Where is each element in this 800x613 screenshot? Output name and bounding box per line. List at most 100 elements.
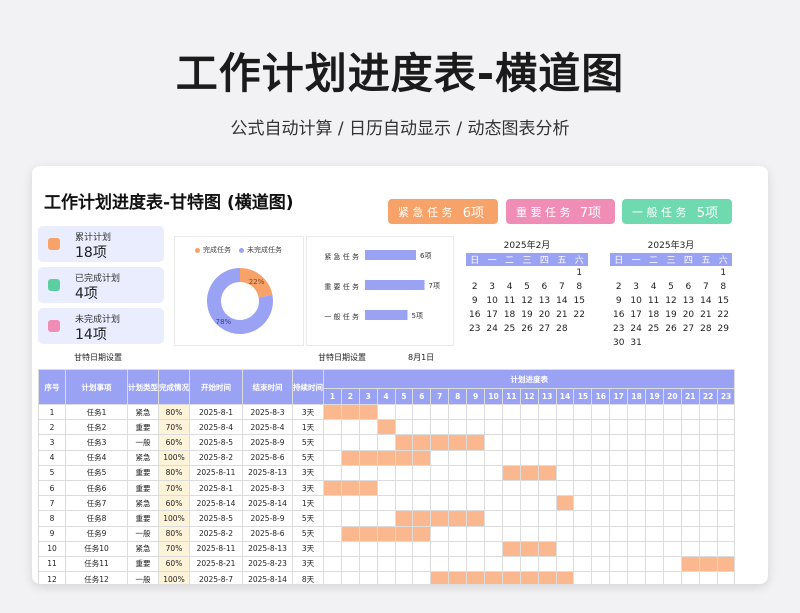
weekday: 一 [487,256,497,266]
gantt-cell [609,464,629,481]
cell-no: 2 [38,419,66,436]
gantt-cell [358,540,378,557]
day-header: 1 [323,388,342,405]
gantt-cell [430,449,450,466]
gantt-bar-cell [484,571,503,584]
priority-pill-0: 紧 急 任 务 6项 [388,199,498,224]
gantt-cell [519,555,539,573]
gantt-cell [645,403,664,421]
gantt-cell [537,479,557,497]
calendar-day [610,266,627,280]
gantt-cell [323,510,342,527]
cell-start: 2025-8-5 [189,510,243,527]
calendar-days: 1 2 3 4 5 6 7 8 9 10 11 12 13 14 15 16 17 18 19 20 21 22 23 24 2… [610,266,732,350]
gantt-cell [680,525,700,542]
gantt-cell [484,419,503,436]
calendar-day: 28 [700,324,712,334]
cell-end: 2025-8-3 [242,403,293,421]
gantt-bar-cell [340,479,360,497]
calendar-day: 3 [489,282,495,292]
day-header: 11 [501,388,521,405]
calendar-day: 20 [538,310,551,320]
completion-donut-chart: 22% 78% [207,268,273,334]
gantt-bar-cell [519,540,539,557]
cell-pct: 100% [158,449,190,466]
gantt-cell [323,434,342,451]
day-header: 20 [662,388,682,405]
cell-start: 2025-8-14 [189,495,243,512]
gantt-cell [358,434,378,451]
cell-end: 2025-8-13 [242,540,293,557]
gantt-cell [716,464,736,481]
calendar-day: 17 [630,310,642,320]
cell-end: 2025-8-6 [242,525,293,542]
calendar-day: 3 [633,282,639,292]
calendar-day: 15 [573,296,585,306]
calendar-day: 2 [471,282,478,292]
gantt-cell [645,495,664,512]
cell-pct: 80% [158,525,190,542]
gantt-bar-cell [466,571,486,584]
cell-pct: 60% [158,434,190,451]
gantt-bar-cell [358,525,378,542]
calendar-day [501,266,518,280]
gantt-cell [645,525,664,542]
calendar-day: 14 [556,296,568,306]
gantt-cell [609,419,629,436]
gantt-cell [716,495,736,512]
gantt-cell [662,571,682,584]
gantt-cell [645,464,664,481]
priority-bar-panel: 紧 急 任 务 6项重 要 任 务 7项一 般 任 务 5项 [306,236,454,346]
gantt-cell [555,434,575,451]
stat-value: 18项 [75,245,107,261]
gantt-cell [645,510,664,527]
pill-value: 7项 [579,206,601,221]
gantt-cell [716,525,736,542]
calendar-day: 5 [524,282,530,292]
hero-title: 工作计划进度表-横道图 [175,49,625,98]
cell-no: 9 [38,525,66,542]
day-header: 22 [698,388,718,405]
calendar-day: 25 [647,324,660,334]
gantt-cell [376,571,396,584]
gantt-cell [430,555,450,573]
gantt-cell [340,540,360,557]
gantt-cell [627,525,647,542]
cell-type: 重要 [127,464,159,481]
gantt-cell [537,403,557,421]
calendar-day: 13 [538,296,551,306]
gantt-cell [591,403,611,421]
gantt-cell [680,403,700,421]
gantt-start-date-input[interactable]: 8月1日 [408,352,434,363]
gantt-cell [394,419,414,436]
gantt-cell [358,419,378,436]
weekday: 二 [505,256,515,266]
cell-dur: 8天 [292,571,324,584]
calendar-days: 1 2 3 4 5 6 7 8 9 10 11 12 13 14 15 16 17 18 19 20 21 22 23 24 2… [466,266,588,336]
cell-pct: 60% [158,495,190,512]
gantt-bar-cell [501,464,521,481]
gantt-cell [484,479,503,497]
gantt-cell [466,555,486,573]
cell-type: 紧急 [127,449,159,466]
calendar-day [627,266,644,280]
day-header: 10 [484,388,503,405]
gantt-cell [323,525,342,542]
gantt-cell [501,403,521,421]
gantt-cell [698,419,718,436]
table-row: 3 任务3 一般 60% 2025-8-5 2025-8-9 5天 [38,434,736,451]
gantt-cell [716,479,736,497]
cell-type: 一般 [127,571,159,584]
cell-type: 重要 [127,419,159,436]
gantt-cell [573,419,593,436]
gantt-cell [627,555,647,573]
gantt-cell [662,464,682,481]
cell-dur: 5天 [292,434,324,451]
gantt-bar-cell [501,540,521,557]
gantt-cell [645,434,664,451]
gantt-cell [484,540,503,557]
gantt-bar-cell [394,525,414,542]
gantt-cell [412,419,432,436]
gantt-cell [412,495,432,512]
gantt-cell [412,571,432,584]
